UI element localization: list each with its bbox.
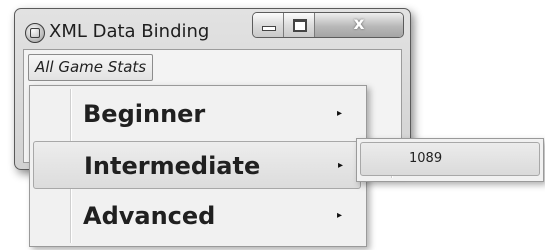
minimize-button[interactable] bbox=[253, 13, 283, 37]
menu-item-label: Beginner bbox=[83, 100, 206, 128]
close-icon: x bbox=[353, 14, 365, 34]
close-button[interactable]: x bbox=[314, 13, 403, 37]
app-icon[interactable] bbox=[25, 23, 45, 43]
menu-item-label: Intermediate bbox=[84, 152, 261, 180]
caption-buttons: x bbox=[252, 12, 404, 38]
menu-all-game-stats[interactable]: All Game Stats bbox=[28, 54, 154, 81]
menu-item-label: Advanced bbox=[83, 202, 216, 230]
menu-item-intermediate[interactable]: Intermediate ▸ bbox=[33, 141, 361, 189]
submenu-item-label: 1089 bbox=[409, 151, 443, 166]
submenu-arrow-icon: ▸ bbox=[338, 160, 344, 171]
dropdown-menu: Beginner ▸ Intermediate ▸ Advanced ▸ bbox=[29, 85, 367, 247]
submenu-item-score[interactable]: 1089 bbox=[360, 142, 540, 176]
menu-item-beginner[interactable]: Beginner ▸ bbox=[33, 90, 361, 138]
menu-item-advanced[interactable]: Advanced ▸ bbox=[33, 192, 361, 240]
submenu-arrow-icon: ▸ bbox=[337, 108, 343, 119]
submenu-arrow-icon: ▸ bbox=[337, 210, 343, 221]
window-title: XML Data Binding bbox=[49, 21, 210, 42]
intermediate-submenu: 1089 bbox=[356, 138, 544, 182]
maximize-button[interactable] bbox=[283, 13, 314, 37]
